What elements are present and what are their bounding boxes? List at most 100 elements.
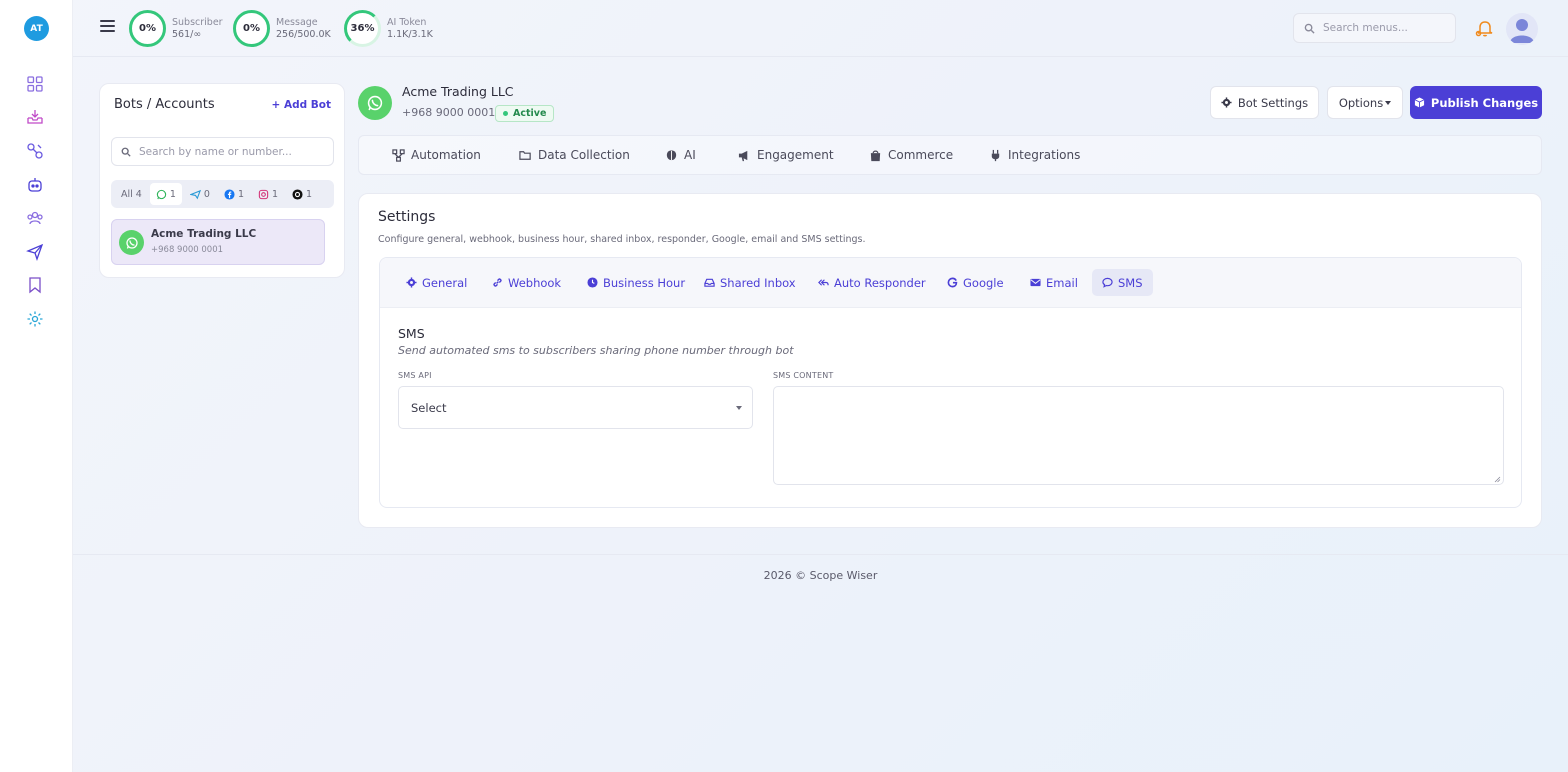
tab-automation[interactable]: Automation (392, 148, 481, 162)
add-bot-label: Add Bot (283, 99, 331, 111)
publish-label: Publish Changes (1430, 95, 1539, 110)
status-dot (503, 111, 508, 116)
sms-api-label: SMS API (398, 371, 432, 380)
options-dropdown-button[interactable]: Options (1327, 86, 1403, 119)
settings-tab-general[interactable]: General (396, 269, 477, 296)
account-phone: +968 9000 0001 (402, 106, 496, 119)
ai-token-progress-ring: 36% (344, 10, 381, 47)
settings-tab-shared-inbox[interactable]: Shared Inbox (694, 269, 806, 296)
filter-count: 1 (271, 188, 279, 200)
user-avatar[interactable] (1506, 13, 1538, 45)
inbox-icon[interactable] (26, 108, 44, 126)
tab-engagement[interactable]: Engagement (738, 148, 834, 162)
brand-avatar[interactable]: AT (24, 16, 49, 41)
tab-commerce[interactable]: Commerce (869, 148, 953, 162)
settings-tab-label: SMS (1118, 275, 1143, 290)
gear-icon (1221, 97, 1232, 108)
sms-content-label: SMS CONTENT (773, 371, 834, 380)
chat-icon (1102, 277, 1113, 288)
subscriber-progress-ring: 0% (129, 10, 166, 47)
send-icon[interactable] (26, 243, 44, 261)
tab-label: Integrations (1008, 148, 1081, 162)
stat-value: 561/∞ (172, 28, 202, 40)
notification-bell-icon[interactable] (1475, 18, 1495, 38)
links-icon[interactable] (26, 142, 44, 160)
tab-label: Automation (411, 148, 481, 162)
settings-tab-label: Google (963, 275, 1004, 290)
bot-phone: +968 9000 0001 (151, 245, 224, 255)
publish-changes-button[interactable]: Publish Changes (1410, 86, 1542, 119)
gear-icon (406, 277, 417, 288)
folder-open-icon (519, 150, 531, 160)
stat-value: 256/500.0K (276, 28, 331, 40)
search-placeholder: Search menus... (1323, 22, 1408, 34)
tab-data-collection[interactable]: Data Collection (519, 148, 630, 162)
search-icon (121, 147, 131, 157)
stat-label: AI Token (387, 16, 427, 28)
resize-grip-icon[interactable] (1494, 476, 1501, 483)
threads-icon (292, 188, 303, 200)
settings-tab-google[interactable]: Google (937, 269, 1014, 296)
megaphone-icon (738, 150, 748, 161)
bot-list-item[interactable]: Acme Trading LLC +968 9000 0001 (111, 219, 325, 265)
bot-search-input[interactable]: Search by name or number... (111, 137, 334, 166)
stat-label: Subscriber (172, 16, 223, 28)
bot-settings-button[interactable]: Bot Settings (1210, 86, 1319, 119)
instagram-icon (258, 189, 269, 199)
settings-tab-auto-responder[interactable]: Auto Responder (808, 269, 936, 296)
brain-icon (666, 149, 677, 160)
filter-count: 1 (306, 188, 313, 200)
bot-settings-label: Bot Settings (1237, 95, 1309, 110)
section-tabs: Automation Data Collection AI Engagement… (358, 135, 1542, 175)
settings-icon[interactable] (26, 310, 44, 328)
sms-api-selected-value: Select (411, 400, 447, 415)
bookmark-icon[interactable] (26, 276, 44, 294)
tab-integrations[interactable]: Integrations (989, 148, 1080, 162)
options-label: Options (1338, 95, 1384, 110)
tab-label: Engagement (757, 148, 834, 162)
inbox-icon (704, 278, 715, 287)
settings-tabs: General Webhook Business Hour Shared Inb… (380, 258, 1521, 308)
settings-tab-webhook[interactable]: Webhook (482, 269, 571, 296)
users-icon[interactable] (26, 209, 44, 227)
whatsapp-icon (119, 230, 144, 255)
menu-search-input[interactable]: Search menus... (1293, 13, 1456, 43)
google-icon (947, 277, 958, 288)
account-name: Acme Trading LLC (402, 84, 514, 99)
bot-icon[interactable] (26, 176, 44, 194)
stat-label: Message (276, 16, 318, 28)
filter-whatsapp[interactable]: 1 (149, 183, 182, 205)
caret-down-icon (736, 406, 742, 410)
filter-all[interactable]: All 4 (115, 183, 148, 205)
sms-api-select[interactable]: Select (398, 386, 753, 429)
filter-all-label: All 4 (121, 188, 142, 200)
tab-ai[interactable]: AI (665, 148, 696, 162)
filter-telegram[interactable]: 0 (184, 183, 216, 205)
settings-title: Settings (378, 209, 436, 225)
settings-tab-label: Business Hour (603, 275, 686, 290)
settings-description: Configure general, webhook, business hou… (378, 234, 866, 245)
plus-icon: + (271, 99, 284, 111)
settings-inner-card: General Webhook Business Hour Shared Inb… (379, 257, 1522, 508)
settings-tab-email[interactable]: Email (1020, 269, 1088, 296)
settings-tab-sms[interactable]: SMS (1092, 269, 1153, 296)
stat-subscriber: 0% Subscriber 561/∞ (129, 10, 223, 47)
link-icon (493, 278, 502, 287)
add-bot-button[interactable]: + Add Bot (271, 99, 331, 111)
workflow-icon (392, 148, 405, 162)
left-rail: AT (0, 0, 73, 772)
tab-label: AI (684, 148, 696, 162)
filter-facebook[interactable]: 1 (218, 183, 250, 205)
filter-instagram[interactable]: 1 (252, 183, 284, 205)
dashboard-icon[interactable] (26, 75, 44, 93)
settings-tab-label: Email (1046, 275, 1078, 290)
stat-ai-token: 36% AI Token 1.1K/3.1K (344, 10, 433, 47)
sms-content-textarea[interactable] (773, 386, 1504, 485)
menu-toggle-icon[interactable] (100, 20, 115, 34)
filter-count: 1 (169, 188, 176, 200)
search-icon (1304, 23, 1315, 34)
bot-search-placeholder: Search by name or number... (139, 145, 292, 158)
settings-tab-business-hour[interactable]: Business Hour (577, 269, 695, 296)
telegram-icon (189, 189, 201, 199)
filter-threads[interactable]: 1 (286, 183, 318, 205)
